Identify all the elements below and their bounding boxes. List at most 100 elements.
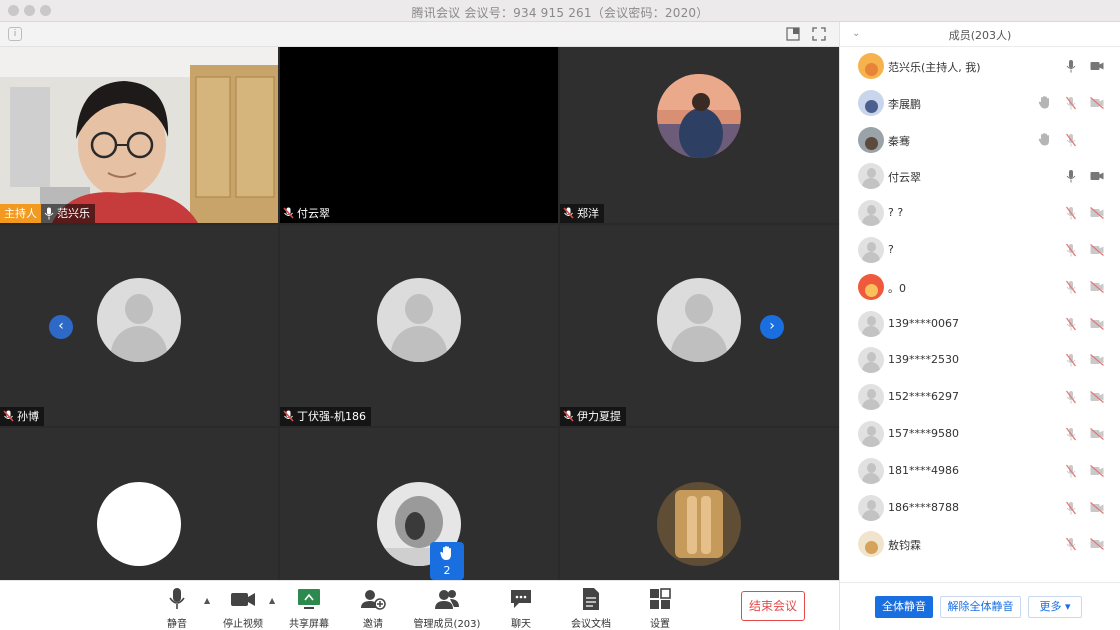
unmute-all-button[interactable]: 解除全体静音 [940, 596, 1021, 618]
invite-label: 邀请 [363, 619, 383, 630]
mic-on-icon[interactable] [1066, 169, 1076, 183]
member-row[interactable]: 139****2530 [840, 342, 1120, 378]
mic-muted-icon[interactable] [1066, 317, 1076, 331]
raised-hand-icon [1038, 95, 1049, 109]
camera-off-icon[interactable] [1090, 391, 1104, 404]
previous-page-arrow-icon[interactable]: ‹ [49, 315, 73, 339]
camera-off-icon[interactable] [1090, 464, 1104, 477]
mic-options-caret-icon[interactable]: ▲ [204, 596, 210, 605]
camera-off-icon[interactable] [1090, 317, 1104, 330]
member-row[interactable]: 152****6297 [840, 379, 1120, 415]
member-row[interactable]: 李展鹏 [840, 85, 1120, 121]
end-meeting-button[interactable]: 结束会议 [741, 591, 805, 621]
video-tile[interactable]: 郑洋 [560, 47, 839, 223]
member-row[interactable]: ? ? [840, 195, 1120, 231]
video-tile[interactable] [0, 428, 278, 580]
camera-on-icon[interactable] [1090, 60, 1104, 72]
video-tile[interactable]: 付云翠 [280, 47, 558, 223]
participants-panel: ⌄ 成员(203人) 范兴乐(主持人, 我) 李展鹏 秦骞 付云翠 ? ?? 。0 139*… [839, 22, 1120, 630]
layout-icon[interactable] [786, 27, 800, 41]
video-tile[interactable] [280, 428, 558, 580]
chat-label: 聊天 [511, 619, 531, 630]
mic-muted-icon[interactable] [1066, 133, 1076, 147]
participant-name: 孙博 [17, 410, 39, 423]
member-avatar [858, 347, 884, 374]
meeting-info-icon[interactable]: i [8, 27, 22, 41]
video-tile[interactable]: › 伊力夏提 [560, 225, 839, 426]
camera-off-icon[interactable] [1090, 428, 1104, 440]
settings-button[interactable]: 设置 [645, 587, 675, 630]
video-tile[interactable] [560, 428, 839, 580]
member-row[interactable]: 139****0067 [840, 306, 1120, 342]
member-list: 范兴乐(主持人, 我) 李展鹏 秦骞 付云翠 ? ?? 。0 139****0067 139*… [840, 48, 1120, 574]
stop-video-button[interactable]: 停止视频 [219, 587, 267, 630]
raised-hands-count: 2 [443, 564, 451, 577]
mic-muted-icon[interactable] [1066, 206, 1076, 220]
member-row[interactable]: 181****4986 [840, 453, 1120, 489]
next-page-arrow-icon[interactable]: › [760, 315, 784, 339]
window-title: 腾讯会议 会议号：934 915 261（会议密码：2020） [411, 6, 709, 20]
raised-hand-icon [1038, 132, 1049, 146]
member-row[interactable]: 186****8788 [840, 490, 1120, 526]
member-name: 范兴乐(主持人, 我) [888, 61, 981, 74]
host-video-feed [0, 47, 278, 223]
member-row[interactable]: ? [840, 232, 1120, 268]
video-options-caret-icon[interactable]: ▲ [269, 596, 275, 605]
mic-muted-icon[interactable] [1066, 464, 1076, 478]
member-avatar [858, 457, 884, 484]
tile-name-tag: 郑洋 [560, 204, 604, 223]
mic-muted-icon[interactable] [1066, 353, 1076, 367]
member-row[interactable]: 。0 [840, 269, 1120, 305]
member-name: 139****2530 [888, 353, 959, 367]
mic-muted-icon[interactable] [1066, 501, 1076, 515]
member-name: 敖钧霖 [888, 539, 921, 553]
meeting-documents-button[interactable]: 会议文档 [569, 587, 613, 630]
invite-button[interactable]: 邀请 [357, 587, 389, 630]
camera-off-icon[interactable] [1090, 244, 1104, 256]
tile-name-tag: 伊力夏提 [560, 407, 626, 426]
member-avatar [858, 237, 884, 263]
member-row[interactable]: 范兴乐(主持人, 我) [840, 48, 1120, 84]
member-row[interactable]: 157****9580 [840, 416, 1120, 452]
camera-off-icon[interactable] [1090, 280, 1104, 293]
participant-name: 范兴乐 [57, 207, 90, 220]
settings-label: 设置 [650, 619, 670, 630]
member-row[interactable]: 秦骞 [840, 122, 1120, 158]
share-screen-button[interactable]: 共享屏幕 [286, 587, 332, 630]
member-avatar [858, 531, 884, 558]
video-tile[interactable]: 主持人 范兴乐 [0, 47, 278, 223]
meeting-control-bar: 静音 ▲ 停止视频 ▲ 共享屏幕 邀请 管理成员(203) 聊天 会议文档 设置… [0, 580, 839, 630]
member-name: 152****6297 [888, 390, 959, 404]
video-tile[interactable]: ‹ 孙博 [0, 225, 278, 426]
chat-button[interactable]: 聊天 [506, 587, 536, 630]
mute-button[interactable]: 静音 [160, 587, 194, 630]
member-row[interactable]: 敖钧霖 [840, 526, 1120, 562]
manage-members-button[interactable]: 管理成员(203) [412, 587, 482, 630]
member-name: ? ? [888, 206, 904, 220]
camera-off-icon[interactable] [1090, 501, 1104, 514]
stop-video-label: 停止视频 [223, 619, 263, 630]
camera-off-icon[interactable] [1090, 354, 1104, 367]
camera-off-icon[interactable] [1090, 207, 1104, 220]
camera-on-icon[interactable] [1090, 170, 1104, 182]
camera-off-icon[interactable] [1090, 538, 1104, 551]
camera-off-icon[interactable] [1090, 96, 1104, 109]
video-tile[interactable]: 丁伏强-机186 [280, 225, 558, 426]
mic-on-icon [44, 207, 54, 220]
mic-muted-icon [563, 207, 574, 219]
member-avatar [858, 273, 884, 300]
mic-muted-icon[interactable] [1066, 537, 1076, 551]
raised-hands-indicator[interactable]: 2 [430, 542, 464, 580]
mic-on-icon[interactable] [1066, 59, 1076, 73]
fullscreen-icon[interactable] [812, 27, 826, 41]
member-row[interactable]: 付云翠 [840, 158, 1120, 194]
mic-muted-icon[interactable] [1066, 243, 1076, 257]
mute-all-button[interactable]: 全体静音 [875, 596, 933, 618]
mic-muted-icon[interactable] [1066, 280, 1076, 294]
member-avatar [858, 310, 884, 337]
mic-muted-icon[interactable] [1066, 427, 1076, 441]
mic-muted-icon[interactable] [1066, 390, 1076, 404]
mic-muted-icon[interactable] [1066, 96, 1076, 110]
more-options-button[interactable]: 更多 ▾ [1028, 596, 1082, 618]
member-avatar [858, 200, 884, 227]
